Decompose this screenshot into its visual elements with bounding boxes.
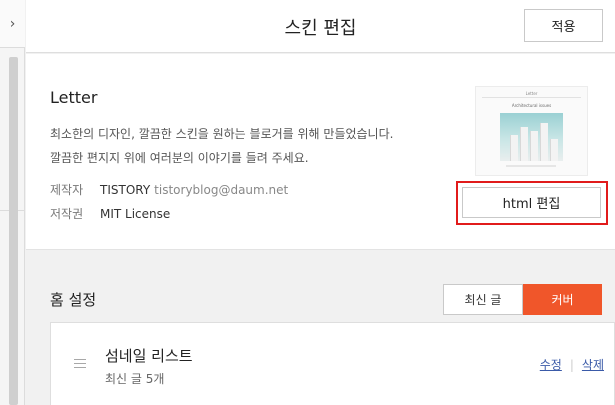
thumbnail-text — [506, 165, 556, 167]
thumbnail-column — [510, 135, 518, 161]
maker-label: 제작자 — [50, 183, 84, 197]
cover-item-subtitle: 최신 글 5개 — [105, 372, 165, 386]
skin-description-line-2: 깔끔한 편지지 위에 여러분의 이야기를 들려 주세요. — [50, 151, 309, 165]
thumbnail-heading: Architectural issues — [511, 103, 552, 108]
home-settings-label: 홈 설정 — [50, 291, 97, 309]
action-separator: | — [569, 358, 574, 372]
edit-link[interactable]: 수정 — [540, 358, 562, 372]
thumbnail-column — [530, 131, 538, 161]
thumbnail-column — [520, 127, 528, 161]
skin-thumbnail: Letter Architectural issues — [475, 86, 588, 176]
top-bar: 스킨 편집 적용 — [26, 0, 615, 53]
apply-button[interactable]: 적용 — [524, 9, 603, 42]
cover-option[interactable]: 커버 — [523, 284, 602, 315]
license-value: MIT License — [100, 207, 171, 221]
skin-info-section: Letter 최소한의 디자인, 깔끔한 스킨을 원하는 블로거를 위해 만들었… — [26, 54, 615, 250]
skin-maker-row: 제작자 TISTORY tistoryblog@daum.net — [50, 181, 288, 198]
thumbnail-logo: Letter — [525, 91, 538, 96]
skin-license-row: 저작권 MIT License — [50, 205, 170, 222]
chevron-right-icon[interactable]: › — [0, 0, 25, 48]
maker-value: TISTORY — [100, 183, 151, 197]
cover-item-title: 섬네일 리스트 — [105, 347, 193, 365]
thumbnail-column — [550, 139, 558, 161]
thumbnail-column — [540, 123, 548, 161]
skin-description-line-1: 최소한의 디자인, 깔끔한 스킨을 원하는 블로거를 위해 만들었습니다. — [50, 127, 394, 141]
cover-item-card: 섬네일 리스트 최신 글 5개 수정 | 삭제 — [50, 322, 615, 405]
thumbnail-image — [500, 113, 563, 161]
rail-scrollbar[interactable] — [9, 57, 18, 405]
license-label: 저작권 — [50, 207, 84, 221]
latest-posts-option[interactable]: 최신 글 — [443, 284, 523, 315]
delete-link[interactable]: 삭제 — [582, 358, 604, 372]
skin-name: Letter — [50, 88, 98, 107]
home-mode-toggle: 최신 글 커버 — [443, 284, 602, 315]
maker-email: tistoryblog@daum.net — [154, 183, 289, 197]
thumbnail-divider — [482, 97, 581, 98]
skin-description: 최소한의 디자인, 깔끔한 스킨을 원하는 블로거를 위해 만들었습니다. 깔끔… — [50, 122, 450, 170]
skin-edit-panel: 스킨 편집 적용 Letter 최소한의 디자인, 깔끔한 스킨을 원하는 블로… — [26, 0, 615, 405]
html-edit-button[interactable]: html 편집 — [462, 187, 601, 218]
cover-item-actions: 수정 | 삭제 — [540, 356, 604, 373]
left-rail: › — [0, 0, 25, 405]
drag-handle-icon[interactable] — [74, 359, 86, 371]
